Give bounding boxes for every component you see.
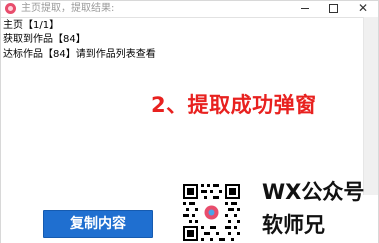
minimize-button[interactable] [291,1,319,16]
qr-code-image [181,182,242,243]
maximize-button[interactable] [319,1,347,16]
window-title: 主页提取，提取结果: [21,3,115,14]
minimize-icon [301,8,309,9]
result-line-qualified-works: 达标作品【84】请到作品列表查看 [3,49,156,60]
close-icon: ✕ [357,1,369,15]
title-bar: 主页提取，提取结果: ✕ [1,1,378,16]
annotation-caption: 2、提取成功弹窗 [151,93,317,117]
app-icon [5,3,16,14]
result-dialog: 主页提取，提取结果: ✕ 主页【1/1】 获取到作品【84】 达标作品【84】请… [0,0,379,243]
maximize-icon [329,4,338,13]
account-name-label: 软师兄 [262,213,325,237]
result-line-homepage: 主页【1/1】 [3,20,60,31]
result-line-works-fetched: 获取到作品【84】 [3,34,86,45]
wechat-account-label: WX公众号 [262,180,365,204]
vertical-scrollbar[interactable] [363,17,378,195]
copy-content-button[interactable]: 复制内容 [43,210,153,238]
close-button[interactable]: ✕ [349,1,377,16]
